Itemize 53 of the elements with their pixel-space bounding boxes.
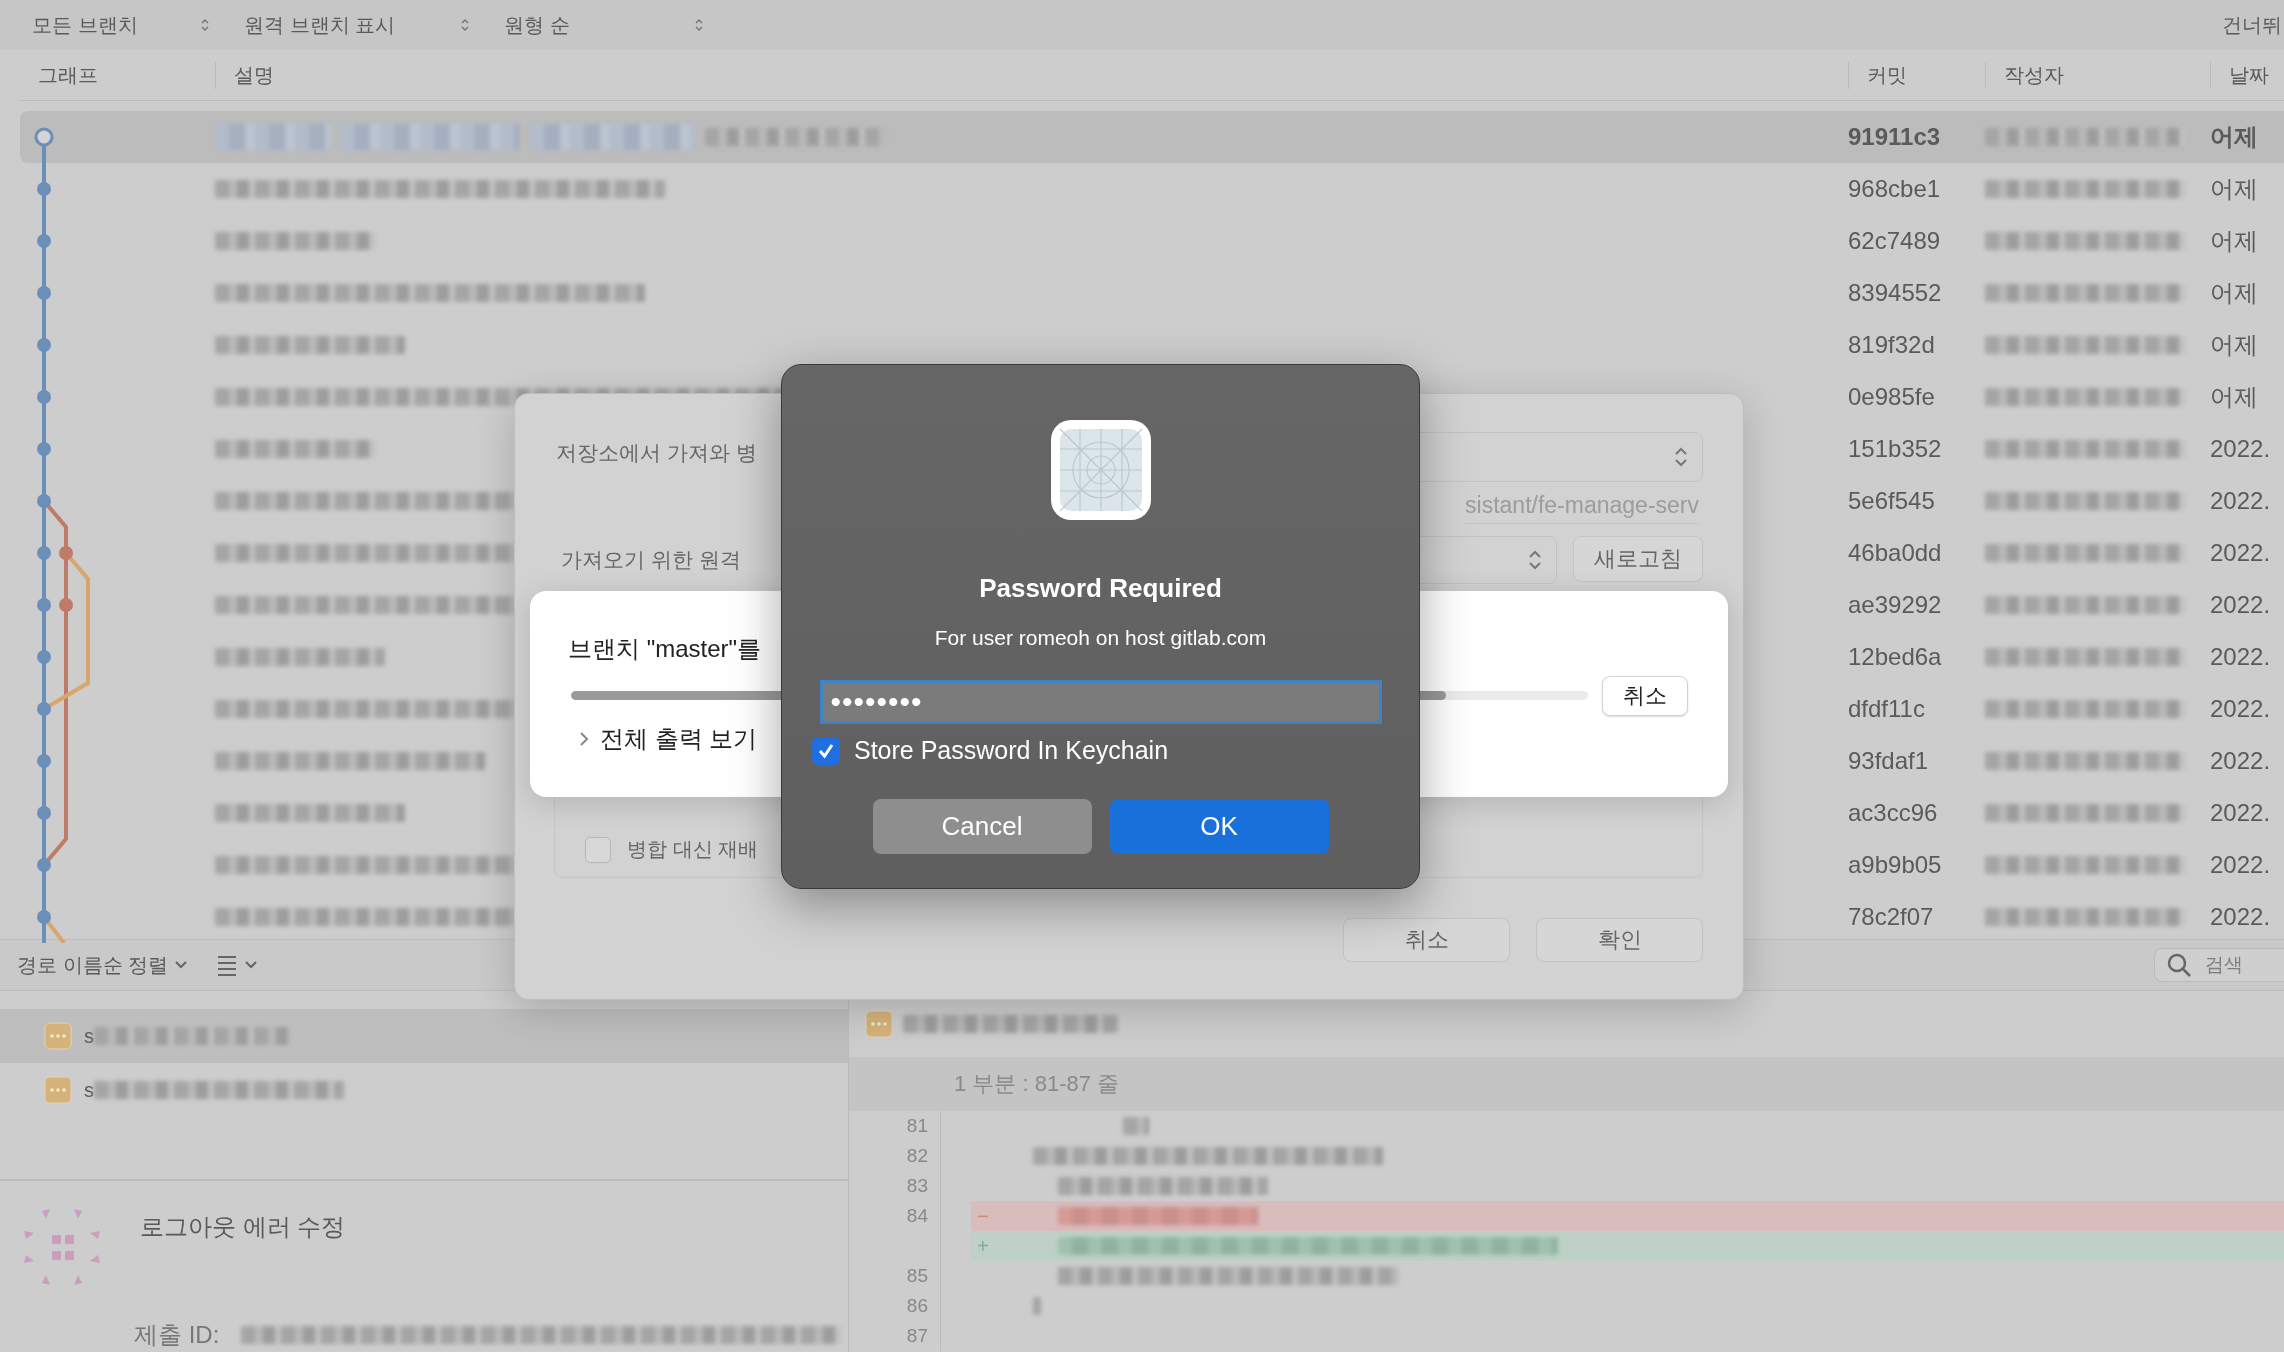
commit-hash: 78c2f07 <box>1848 903 1935 931</box>
checkbox-label: Store Password In Keychain <box>854 736 1169 765</box>
option-label: 병합 대신 재배 <box>627 837 759 862</box>
commit-hash: 12bed6a <box>1848 643 1943 671</box>
commit-date: 2022. <box>2210 695 2272 723</box>
file-name: s <box>84 1024 94 1048</box>
commit-hash: 0e985fe <box>1848 383 1936 411</box>
commit-hash: dfdf11c <box>1848 695 1926 723</box>
commit-hash: 46ba0dd <box>1848 539 1943 567</box>
commit-hash: 819f32d <box>1848 331 1936 359</box>
commit-date: 2022. <box>2210 903 2272 931</box>
commit-id-label: 제출 ID: <box>134 1320 220 1350</box>
commit-message: 로그아웃 에러 수정 <box>140 1212 346 1242</box>
commit-hash: ac3cc96 <box>1848 799 1939 827</box>
commit-date: 2022. <box>2210 539 2272 567</box>
line-number: 82 <box>906 1145 928 1166</box>
line-number: 84 <box>906 1205 928 1226</box>
commit-date: 2022. <box>2210 591 2272 619</box>
commit-hash: 93fdaf1 <box>1848 747 1930 775</box>
commit-date: 어제 <box>2210 278 2259 308</box>
line-number: 81 <box>906 1115 928 1136</box>
commit-hash: a9b9b05 <box>1848 851 1943 879</box>
commit-date: 어제 <box>2210 382 2259 412</box>
diff-marker: − <box>977 1204 989 1227</box>
line-number: 86 <box>906 1295 928 1316</box>
commit-date: 어제 <box>2210 330 2259 360</box>
sheet-title: 저장소에서 가져와 병 <box>556 440 757 466</box>
commit-date: 2022. <box>2210 487 2272 515</box>
remote-branch-label: 가져오기 위한 원격 <box>561 547 741 573</box>
commit-date: 2022. <box>2210 747 2272 775</box>
commit-date: 어제 <box>2210 122 2259 152</box>
hunk-header: 1 부분 : 81-87 줄 <box>954 1070 1120 1098</box>
commit-hash: ae39292 <box>1848 591 1943 619</box>
line-number: 87 <box>906 1325 928 1346</box>
diff-marker: + <box>977 1234 989 1257</box>
file-name: s <box>84 1078 94 1102</box>
dialog-title: Password Required <box>979 573 1222 604</box>
commit-hash: 62c7489 <box>1848 227 1942 255</box>
dialog-subtitle: For user romeoh on host gitlab.com <box>934 626 1267 650</box>
commit-date: 2022. <box>2210 799 2272 827</box>
commit-hash: 8394552 <box>1848 279 1943 307</box>
progress-message: 브랜치 "master"를 <box>568 634 762 664</box>
commit-hash: 5e6f545 <box>1848 487 1936 515</box>
commit-hash: 968cbe1 <box>1848 175 1942 203</box>
commit-date: 2022. <box>2210 643 2272 671</box>
line-number: 83 <box>906 1175 928 1196</box>
commit-date: 2022. <box>2210 435 2272 463</box>
commit-hash: 91911c3 <box>1848 123 1942 151</box>
commit-date: 어제 <box>2210 226 2259 256</box>
commit-date: 어제 <box>2210 174 2259 204</box>
commit-date: 2022. <box>2210 851 2272 879</box>
commit-hash: 151b352 <box>1848 435 1943 463</box>
line-number: 85 <box>906 1265 928 1286</box>
